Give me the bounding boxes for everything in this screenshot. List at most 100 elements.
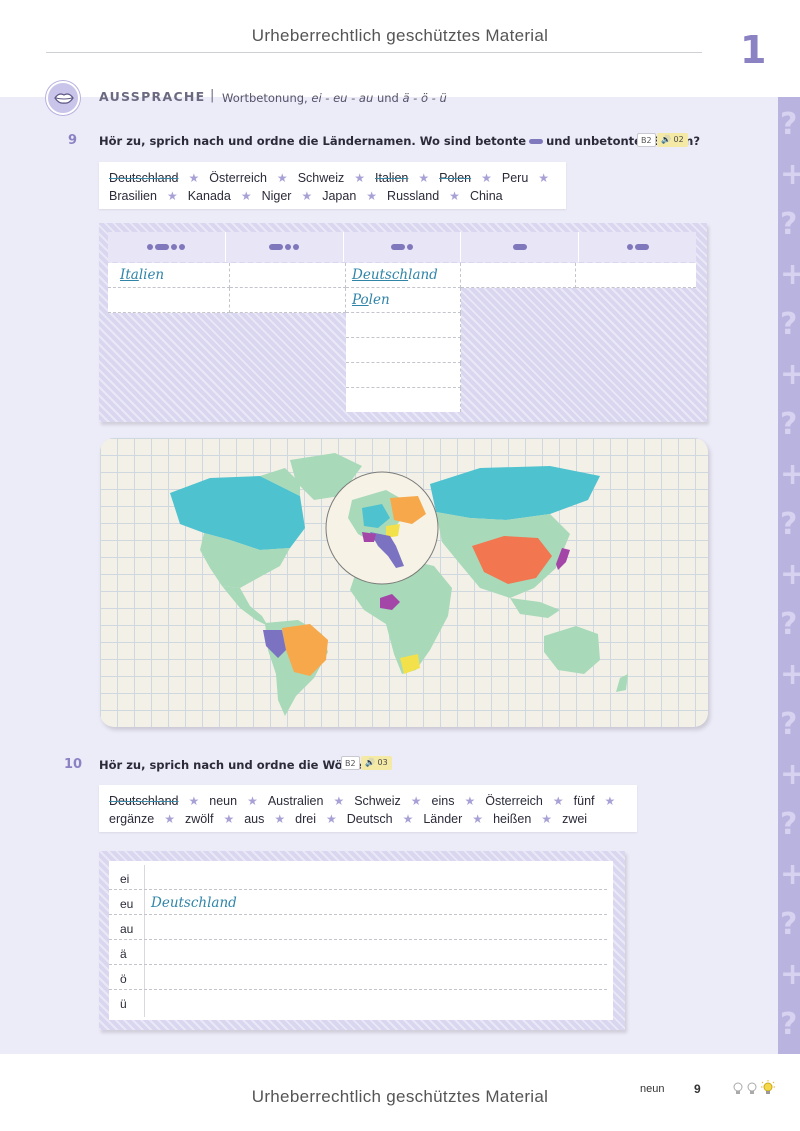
word-item: ergänze — [109, 812, 155, 826]
star-icon: ★ — [410, 794, 422, 808]
star-icon: ★ — [472, 812, 484, 826]
word-item: Österreich — [209, 171, 267, 185]
star-icon: ★ — [541, 812, 553, 826]
word-line-1: Deutschland ★ neun ★ Australien ★ Schweiz ★ eins… — [109, 792, 637, 810]
stress-cell[interactable] — [576, 263, 696, 288]
vowel-row-oe[interactable]: ö — [109, 966, 607, 990]
word-item: Japan — [322, 189, 357, 203]
star-icon: ★ — [166, 189, 178, 203]
word-item: Italien — [375, 171, 409, 185]
star-icon: ★ — [418, 171, 430, 185]
handwritten-answer-polen: Polen — [352, 292, 390, 308]
word-item: Deutschland — [109, 171, 179, 185]
speaker-icon: 🔊 — [365, 758, 375, 767]
vowel-row-ae[interactable]: ä — [109, 941, 607, 965]
lips-icon — [46, 81, 80, 115]
word-item: Länder — [423, 812, 463, 826]
word-item: heißen — [493, 812, 532, 826]
stress-cell[interactable] — [346, 338, 461, 363]
vowel-row-ei[interactable]: ei — [109, 866, 607, 890]
vowel-label: eu — [120, 897, 134, 911]
word-item: aus — [244, 812, 265, 826]
stress-cell[interactable] — [461, 263, 576, 288]
handwritten-answer-eu: Deutschland — [151, 895, 237, 911]
word-item: Schweiz — [354, 794, 401, 808]
star-icon: ★ — [240, 189, 252, 203]
exercise-9-word-box: Deutschland ★ Österreich ★ Schweiz ★ Italien ★ P… — [99, 162, 566, 209]
star-icon: ★ — [247, 794, 258, 808]
word-item: Russland — [387, 189, 440, 203]
word-item: fünf — [573, 794, 595, 808]
star-icon: ★ — [538, 171, 550, 185]
word-item: Polen — [439, 171, 472, 185]
vowel-table: ei eu au ä ö ü Deutschland — [109, 861, 613, 1020]
pattern-unstressed-stressed-unstressed-unstressed — [108, 232, 226, 262]
vowel-label: ö — [120, 972, 127, 986]
star-icon: ★ — [366, 189, 378, 203]
stress-table-header — [108, 232, 696, 262]
word-item: Niger — [261, 189, 292, 203]
star-icon: ★ — [464, 794, 476, 808]
vowel-row-ue[interactable]: ü — [109, 991, 607, 1015]
star-icon: ★ — [604, 794, 616, 808]
word-item: neun — [209, 794, 238, 808]
stress-cell[interactable] — [230, 263, 346, 288]
side-decoration-strip: ? +? +? + ? +? +? + ? +? +? + ? — [778, 97, 800, 1054]
level-badge: B2 — [341, 756, 360, 770]
pattern-unstressed-stressed — [579, 232, 696, 262]
word-line-1: Deutschland ★ Österreich ★ Schweiz ★ Italien ★ P… — [109, 169, 566, 187]
word-line-2: ergänze ★ zwölf ★ aus ★ drei ★ Deutsch ★ Länder ★ he… — [109, 810, 637, 828]
pattern-stressed — [461, 232, 580, 262]
star-icon: ★ — [449, 189, 460, 203]
pattern-stressed-unstressed — [344, 232, 462, 262]
exercise-10-word-box: Deutschland ★ neun ★ Australien ★ Schweiz ★ eins… — [99, 785, 637, 832]
pattern-stressed-unstressed-unstressed — [226, 232, 344, 262]
handwritten-answer-italien: Italien — [120, 267, 165, 283]
word-item: drei — [295, 812, 316, 826]
stressed-syllable-icon — [529, 139, 544, 144]
word-item: China — [469, 189, 503, 203]
copyright-watermark-bottom: Urheberrechtlich geschütztes Material — [251, 1087, 549, 1106]
word-item: Deutschland — [109, 794, 179, 808]
speaker-icon: 🔊 — [661, 135, 671, 144]
star-icon: ★ — [188, 171, 200, 185]
stress-cell[interactable] — [230, 288, 346, 313]
word-item: Brasilien — [109, 189, 157, 203]
audio-track-badge[interactable]: 🔊 02 — [657, 133, 688, 147]
page-number: 9 — [694, 1082, 701, 1096]
star-icon: ★ — [354, 171, 365, 185]
star-icon: ★ — [301, 189, 313, 203]
star-icon: ★ — [333, 794, 345, 808]
header-rule — [46, 52, 702, 53]
vowel-label: au — [120, 922, 134, 936]
word-item: zwei — [562, 812, 588, 826]
word-line-2: Brasilien ★ Kanada ★ Niger ★ Japan ★ Russland ★ Ch… — [109, 187, 566, 205]
audio-track-badge[interactable]: 🔊 03 — [361, 756, 392, 770]
section-title: AUSSPRACHE — [99, 89, 206, 104]
vowel-label: ä — [120, 947, 127, 961]
word-item: Deutsch — [346, 812, 393, 826]
word-item: Kanada — [187, 189, 231, 203]
star-icon: ★ — [223, 812, 235, 826]
page-header — [0, 0, 800, 97]
page-number-word: neun — [640, 1083, 665, 1095]
copyright-watermark-top: Urheberrechtlich geschütztes Material — [251, 26, 549, 45]
star-icon: ★ — [274, 812, 286, 826]
stress-cell[interactable] — [346, 363, 461, 388]
section-subtitle: Wortbetonung, ei - eu - au und ä - ö - ü — [222, 91, 447, 105]
word-item: Australien — [267, 794, 324, 808]
word-item: Schweiz — [297, 171, 345, 185]
stress-cell[interactable] — [346, 313, 461, 338]
exercise-10-number: 10 — [64, 757, 83, 772]
stress-cell[interactable] — [108, 288, 230, 313]
word-item: zwölf — [184, 812, 214, 826]
star-icon: ★ — [276, 171, 288, 185]
vowel-row-au[interactable]: au — [109, 916, 607, 940]
star-icon: ★ — [481, 171, 492, 185]
section-separator: | — [210, 88, 215, 103]
stress-cell[interactable] — [346, 388, 461, 412]
star-icon: ★ — [164, 812, 175, 826]
word-item: Peru — [501, 171, 529, 185]
chapter-number: 1 — [740, 28, 767, 72]
star-icon: ★ — [552, 794, 564, 808]
